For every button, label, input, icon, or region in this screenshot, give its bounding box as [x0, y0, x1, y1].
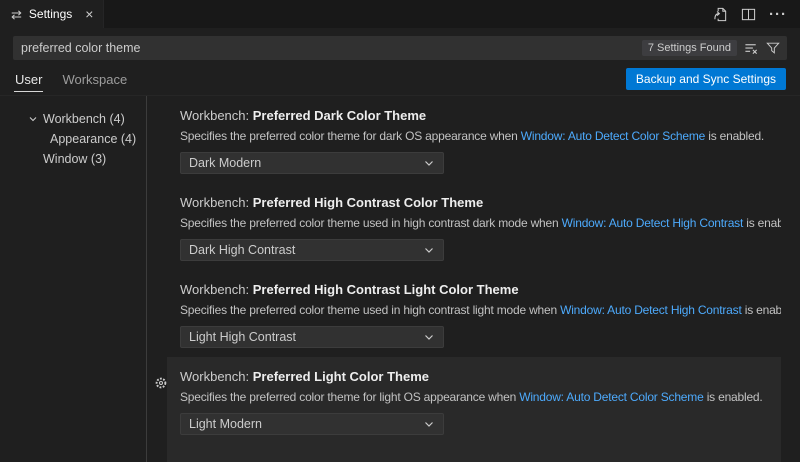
setting-row-preferred-high-contrast-color-theme[interactable]: Workbench: Preferred High Contrast Color… [167, 183, 781, 270]
setting-title: Workbench: Preferred High Contrast Light… [180, 282, 781, 297]
scope-tabs-row: User Workspace Backup and Sync Settings [0, 62, 800, 95]
setting-title: Workbench: Preferred Dark Color Theme [180, 108, 781, 123]
setting-row-preferred-dark-color-theme[interactable]: Workbench: Preferred Dark Color Theme Sp… [167, 96, 781, 183]
setting-description: Specifies the preferred color theme used… [180, 303, 781, 317]
settings-editor-window: ⇄ Settings × ··· [0, 0, 800, 462]
settings-search-input[interactable] [21, 41, 635, 55]
toc-item-appearance[interactable]: Appearance (4) [0, 129, 146, 149]
open-settings-json-icon[interactable] [713, 7, 728, 22]
setting-link[interactable]: Window: Auto Detect High Contrast [560, 303, 742, 317]
tab-workspace-scope[interactable]: Workspace [61, 66, 128, 91]
settings-editor-icon: ⇄ [11, 8, 22, 21]
split-editor-icon[interactable] [741, 7, 756, 22]
chevron-down-icon [423, 331, 435, 343]
toc-item-workbench[interactable]: Workbench (4) [0, 109, 146, 129]
chevron-down-icon [423, 418, 435, 430]
setting-link[interactable]: Window: Auto Detect Color Scheme [521, 129, 705, 143]
value-dropdown[interactable]: Light Modern [180, 413, 444, 435]
dropdown-value: Dark Modern [189, 156, 261, 170]
setting-row-preferred-high-contrast-light-color-theme[interactable]: Workbench: Preferred High Contrast Light… [167, 270, 781, 357]
filter-icon[interactable] [766, 41, 780, 55]
setting-description: Specifies the preferred color theme used… [180, 216, 781, 230]
toc-item-window[interactable]: Window (3) [0, 149, 146, 169]
search-row: 7 Settings Found [0, 28, 800, 60]
tab-user-scope[interactable]: User [14, 66, 43, 92]
settings-body: Workbench (4) Appearance (4) Window (3) … [0, 96, 800, 462]
chevron-down-icon [28, 114, 38, 124]
clear-filters-icon[interactable] [744, 41, 759, 56]
setting-row-preferred-light-color-theme[interactable]: Workbench: Preferred Light Color Theme S… [167, 357, 781, 462]
editor-tab-bar: ⇄ Settings × ··· [0, 0, 800, 28]
settings-search-box[interactable]: 7 Settings Found [13, 36, 787, 60]
settings-header: 7 Settings Found Us [0, 28, 800, 96]
manage-gear-icon[interactable] [154, 376, 168, 390]
value-dropdown[interactable]: Light High Contrast [180, 326, 444, 348]
chevron-down-icon [423, 157, 435, 169]
tab-settings[interactable]: ⇄ Settings × [0, 0, 104, 28]
dropdown-value: Light High Contrast [189, 330, 296, 344]
setting-link[interactable]: Window: Auto Detect High Contrast [562, 216, 744, 230]
value-dropdown[interactable]: Dark Modern [180, 152, 444, 174]
setting-title: Workbench: Preferred Light Color Theme [180, 369, 781, 384]
settings-list: Workbench: Preferred Dark Color Theme Sp… [147, 96, 800, 462]
dropdown-value: Light Modern [189, 417, 262, 431]
backup-sync-settings-button[interactable]: Backup and Sync Settings [626, 68, 786, 90]
setting-link[interactable]: Window: Auto Detect Color Scheme [519, 390, 703, 404]
toc-item-label: Window (3) [43, 152, 106, 166]
toc-item-label: Workbench (4) [43, 112, 125, 126]
dropdown-value: Dark High Contrast [189, 243, 295, 257]
close-tab-icon[interactable]: × [85, 7, 93, 21]
chevron-down-icon [423, 244, 435, 256]
setting-title: Workbench: Preferred High Contrast Color… [180, 195, 781, 210]
editor-actions: ··· [713, 0, 800, 28]
more-actions-icon[interactable]: ··· [769, 7, 787, 22]
setting-description: Specifies the preferred color theme for … [180, 129, 781, 143]
setting-description: Specifies the preferred color theme for … [180, 390, 781, 404]
toc-item-label: Appearance (4) [50, 132, 136, 146]
settings-toc-tree: Workbench (4) Appearance (4) Window (3) [0, 96, 147, 462]
tab-label: Settings [29, 7, 72, 21]
results-count-badge: 7 Settings Found [642, 40, 737, 56]
value-dropdown[interactable]: Dark High Contrast [180, 239, 444, 261]
